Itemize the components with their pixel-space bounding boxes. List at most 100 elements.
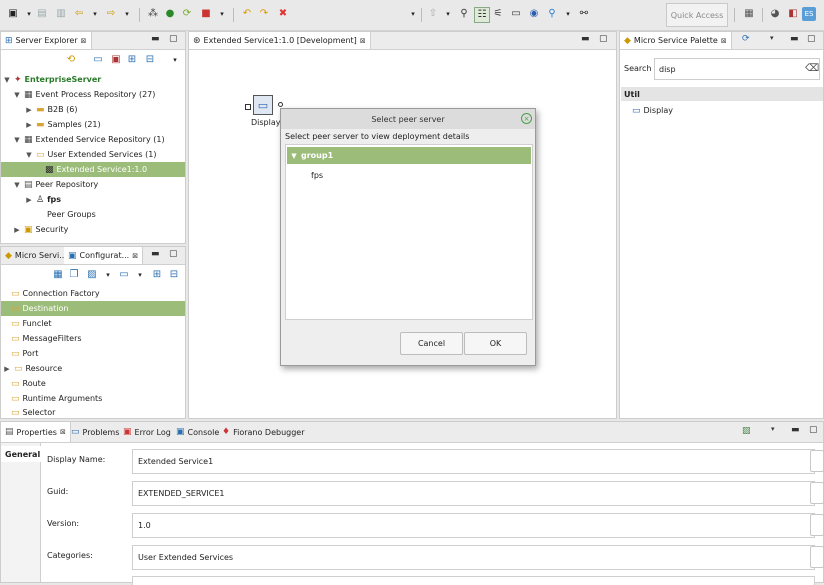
peer-group-row[interactable]: ▼ group1 bbox=[287, 147, 531, 164]
tab-console[interactable]: ▣ Console bbox=[172, 422, 223, 442]
ok-button[interactable]: OK bbox=[464, 332, 527, 355]
section-general[interactable]: General bbox=[1, 446, 41, 462]
config-item-route[interactable]: ▭ Route bbox=[11, 376, 185, 391]
document-icon[interactable]: ▭ bbox=[509, 7, 523, 21]
view-menu-icon[interactable]: ▾ bbox=[168, 53, 182, 67]
config-item-runtime-arguments[interactable]: ▭ Runtime Arguments bbox=[11, 391, 185, 406]
pin-icon[interactable]: ⚲ bbox=[545, 7, 559, 21]
tree-item-extended-service-repo[interactable]: ▼ ▦ Extended Service Repository (1) bbox=[13, 132, 185, 147]
redo-icon[interactable]: ↷ bbox=[257, 7, 271, 21]
tree-item-user-extended-services[interactable]: ▼ ▭ User Extended Services (1) bbox=[25, 147, 185, 162]
palette-category-util[interactable]: Util bbox=[621, 87, 823, 101]
view-menu-icon[interactable]: ▾ bbox=[771, 425, 775, 433]
display-name-field[interactable]: Extended Service1 bbox=[132, 449, 815, 474]
server-icon[interactable]: ▭ bbox=[91, 53, 105, 67]
caret-down-icon[interactable]: ▼ bbox=[13, 136, 21, 144]
minimize-icon[interactable]: ▬ bbox=[581, 34, 590, 44]
dialog-close-icon[interactable]: × bbox=[521, 113, 532, 124]
copy-icon[interactable]: ❐ bbox=[67, 268, 81, 282]
caret-right-icon[interactable]: ▶ bbox=[25, 121, 33, 129]
expand-all-icon[interactable]: ⊞ bbox=[125, 53, 139, 67]
perspective-icon[interactable]: ▦ bbox=[742, 7, 756, 21]
maximize-icon[interactable]: ▢ bbox=[809, 425, 818, 435]
caret-right-icon[interactable]: ▶ bbox=[13, 226, 21, 234]
undo-icon[interactable]: ↶ bbox=[240, 7, 254, 21]
close-icon[interactable]: ⊠ bbox=[60, 428, 66, 436]
peer-row[interactable]: fps bbox=[311, 168, 511, 183]
import-icon[interactable]: ▭ bbox=[117, 268, 131, 282]
tree-item-fps[interactable]: ▶ ♙ fps bbox=[25, 192, 185, 207]
refresh-icon[interactable]: ⟲ bbox=[64, 53, 78, 67]
caret-down-icon[interactable]: ▼ bbox=[3, 76, 11, 84]
config-item-funclet[interactable]: ▭ Funclet bbox=[11, 316, 185, 331]
expand-all-icon[interactable]: ⊞ bbox=[150, 268, 164, 282]
dropdown-arrow-icon[interactable]: ▾ bbox=[88, 7, 102, 21]
xyz-icon[interactable]: ⚟ bbox=[491, 7, 505, 21]
tab-extended-service-editor[interactable]: ⊛ Extended Service1:1.0 [Development] ⊠ bbox=[189, 32, 371, 49]
output-port[interactable] bbox=[278, 102, 283, 107]
cancel-button[interactable]: Cancel bbox=[400, 332, 463, 355]
close-icon[interactable]: ⊠ bbox=[721, 37, 727, 45]
collapse-all-icon[interactable]: ⊟ bbox=[167, 268, 181, 282]
tree-item-event-process-repo[interactable]: ▼ ▦ Event Process Repository (27) bbox=[13, 87, 185, 102]
forward-icon[interactable]: ⇨ bbox=[104, 7, 118, 21]
sync-icon[interactable]: ⟳ bbox=[180, 7, 194, 21]
run-icon[interactable]: ● bbox=[163, 7, 177, 21]
tab-error-log[interactable]: ▣ Error Log bbox=[119, 422, 175, 442]
maximize-icon[interactable]: ▢ bbox=[169, 34, 178, 44]
config-item-resource[interactable]: ▶ ▭ Resource bbox=[3, 361, 185, 376]
view-menu-icon[interactable]: ▾ bbox=[770, 34, 774, 42]
pin-view-icon[interactable]: ▨ bbox=[742, 426, 751, 436]
maximize-icon[interactable]: ▢ bbox=[599, 34, 608, 44]
services-icon[interactable]: ⁂ bbox=[146, 7, 160, 21]
maximize-icon[interactable]: ▢ bbox=[807, 34, 816, 44]
version-field[interactable]: 1.0 bbox=[132, 513, 815, 538]
caret-right-icon[interactable]: ▶ bbox=[25, 106, 33, 114]
dropdown-arrow-icon[interactable]: ▾ bbox=[101, 268, 115, 282]
tree-item-security[interactable]: ▶ ▣ Security bbox=[13, 222, 185, 237]
dropdown-arrow-icon[interactable]: ▾ bbox=[561, 7, 575, 21]
guid-field[interactable]: EXTENDED_SERVICE1 bbox=[132, 481, 815, 506]
collapse-all-icon[interactable]: ⊟ bbox=[143, 53, 157, 67]
export-icon[interactable]: ▨ bbox=[85, 268, 99, 282]
caret-down-icon[interactable]: ▼ bbox=[290, 152, 298, 160]
maximize-icon[interactable]: ▢ bbox=[169, 249, 178, 259]
close-icon[interactable]: ⊠ bbox=[360, 37, 366, 45]
quick-access-field[interactable]: Quick Access bbox=[666, 3, 728, 27]
dropdown-arrow-icon[interactable]: ▾ bbox=[215, 7, 229, 21]
caret-down-icon[interactable]: ▼ bbox=[25, 151, 33, 159]
es-perspective-icon[interactable]: ES bbox=[802, 7, 816, 21]
tab-problems[interactable]: ▭ Problems bbox=[67, 422, 123, 442]
back-icon[interactable]: ⇦ bbox=[72, 7, 86, 21]
caret-right-icon[interactable]: ▶ bbox=[3, 365, 11, 373]
add-config-icon[interactable]: ▦ bbox=[51, 268, 65, 282]
minimize-icon[interactable]: ▬ bbox=[790, 34, 799, 44]
config-item-message-filters[interactable]: ▭ MessageFilters bbox=[11, 331, 185, 346]
close-icon[interactable]: ⊠ bbox=[132, 252, 138, 260]
dropdown-arrow-icon[interactable]: ▾ bbox=[22, 7, 36, 21]
tree-item-extended-service1[interactable]: ▩ Extended Service1:1.0 bbox=[1, 162, 185, 177]
tab-properties[interactable]: ▤ Properties ⊠ bbox=[1, 422, 71, 442]
display-node-icon[interactable]: ▭ bbox=[253, 95, 273, 115]
next-field[interactable] bbox=[132, 576, 815, 585]
minimize-icon[interactable]: ▬ bbox=[791, 425, 800, 435]
dropdown-arrow-icon[interactable]: ▾ bbox=[120, 7, 134, 21]
categories-field[interactable]: User Extended Services bbox=[132, 545, 815, 570]
minimize-icon[interactable]: ▬ bbox=[151, 249, 160, 259]
config-item-connection-factory[interactable]: ▭ Connection Factory bbox=[11, 286, 185, 301]
palette-item-display[interactable]: ▭ Display bbox=[632, 103, 812, 118]
tab-fiorano-debugger[interactable]: ♦ Fiorano Debugger bbox=[218, 422, 309, 442]
tree-item-peer-repo[interactable]: ▼ ▤ Peer Repository bbox=[13, 177, 185, 192]
up-icon[interactable]: ⇧ bbox=[426, 7, 440, 21]
dropdown-arrow-icon[interactable]: ▾ bbox=[441, 7, 455, 21]
tree-item-peer-groups[interactable]: Peer Groups bbox=[47, 207, 185, 222]
connect-icon[interactable]: ⚯ bbox=[577, 7, 591, 21]
new-icon[interactable]: ▣ bbox=[6, 7, 20, 21]
close-icon[interactable]: ⊠ bbox=[81, 37, 87, 45]
align-icon[interactable]: ⚲ bbox=[457, 7, 471, 21]
caret-down-icon[interactable]: ▼ bbox=[13, 181, 21, 189]
palette-search-input[interactable]: disp bbox=[654, 58, 820, 80]
tab-micro-service-palette[interactable]: ◆ Micro Service Palette ⊠ bbox=[620, 32, 732, 49]
caret-down-icon[interactable]: ▼ bbox=[13, 91, 21, 99]
tab-micro-services[interactable]: ◆ Micro Servi... bbox=[1, 247, 72, 264]
